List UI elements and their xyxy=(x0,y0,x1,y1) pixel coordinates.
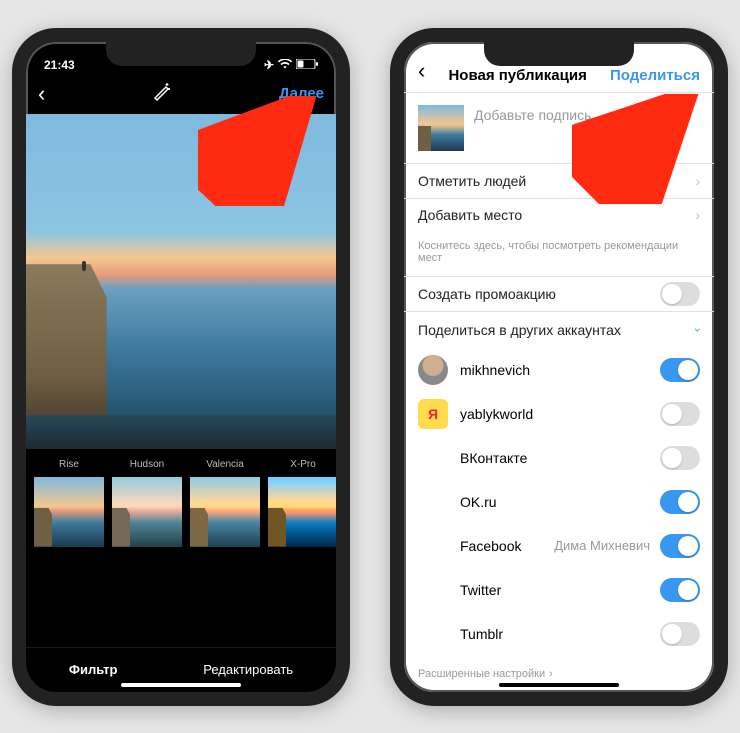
status-time: 21:43 xyxy=(44,58,75,72)
location-hint[interactable]: Коснитесь здесь, чтобы посмотреть рекоме… xyxy=(404,232,714,277)
photo-beach xyxy=(26,415,336,449)
stage: 21:43 ✈︎ ‹ Далее xyxy=(0,0,740,733)
filter-thumb xyxy=(190,477,260,547)
tab-filter[interactable]: Фильтр xyxy=(69,662,118,677)
filter-label: X-Pro xyxy=(268,459,336,471)
network-name: OK.ru xyxy=(460,494,497,510)
share-button[interactable]: Поделиться xyxy=(610,67,700,84)
airplane-icon: ✈︎ xyxy=(264,58,274,72)
avatar-yandex: Я xyxy=(418,399,448,429)
network-facebook: Facebook Дима Михневич xyxy=(404,524,714,568)
phone-left: 21:43 ✈︎ ‹ Далее xyxy=(12,28,350,706)
avatar xyxy=(418,355,448,385)
network-name: ВКонтакте xyxy=(460,450,527,466)
toggle-network[interactable] xyxy=(660,534,700,558)
chevron-right-icon: › xyxy=(549,668,553,680)
network-name: Facebook xyxy=(460,538,521,554)
back-button[interactable]: ‹ xyxy=(418,58,425,84)
notch xyxy=(484,40,634,66)
magic-wand-icon[interactable] xyxy=(152,81,172,106)
page-title: Новая публикация xyxy=(448,67,586,84)
row-add-location[interactable]: Добавить место › xyxy=(404,199,714,232)
row-label: Добавить место xyxy=(418,207,522,223)
network-ok.ru: OK.ru xyxy=(404,480,714,524)
network-вконтакте: ВКонтакте xyxy=(404,436,714,480)
phone-right: ‹ Новая публикация Поделиться Добавьте п… xyxy=(390,28,728,706)
row-create-promo: Создать промоакцию xyxy=(404,277,714,311)
wifi-icon xyxy=(278,58,292,72)
network-tumblr: Tumblr xyxy=(404,612,714,656)
filter-thumb xyxy=(268,477,336,547)
advanced-label: Расширенные настройки xyxy=(418,668,545,680)
chevron-right-icon: › xyxy=(695,207,700,223)
toggle-network[interactable] xyxy=(660,578,700,602)
post-thumbnail[interactable] xyxy=(418,105,464,151)
filter-xpro[interactable]: X-Pro xyxy=(268,459,336,547)
account-mikhnevich: mikhnevich xyxy=(404,348,714,392)
filter-thumb xyxy=(34,477,104,547)
toggle-promo[interactable] xyxy=(660,282,700,306)
filter-valencia[interactable]: Valencia xyxy=(190,459,260,547)
filter-rise[interactable]: Rise xyxy=(34,459,104,547)
row-label: Создать промоакцию xyxy=(418,286,556,302)
row-label: Отметить людей xyxy=(418,173,526,189)
section-share-other[interactable]: Поделиться в других аккаунтах › xyxy=(404,312,714,348)
toggle-network[interactable] xyxy=(660,490,700,514)
notch xyxy=(106,40,256,66)
toggle-network[interactable] xyxy=(660,622,700,646)
annotation-arrow-share xyxy=(572,94,702,204)
status-icons: ✈︎ xyxy=(264,58,318,72)
account-name: yablykworld xyxy=(460,406,533,422)
chevron-down-icon: › xyxy=(691,328,705,332)
account-name: mikhnevich xyxy=(460,362,530,378)
filter-label: Hudson xyxy=(112,459,182,471)
account-yablykworld: Яyablykworld xyxy=(404,392,714,436)
network-name: Twitter xyxy=(460,582,501,598)
network-name: Tumblr xyxy=(460,626,503,642)
toggle-account[interactable] xyxy=(660,358,700,382)
home-indicator[interactable] xyxy=(499,683,619,687)
annotation-arrow-next xyxy=(198,96,318,206)
filter-label: Valencia xyxy=(190,459,260,471)
network-sub: Дима Михневич xyxy=(554,538,650,553)
filter-hudson[interactable]: Hudson xyxy=(112,459,182,547)
photo-person xyxy=(82,261,86,271)
battery-icon xyxy=(296,58,318,72)
toggle-network[interactable] xyxy=(660,446,700,470)
section-label: Поделиться в других аккаунтах xyxy=(418,322,621,338)
home-indicator[interactable] xyxy=(121,683,241,687)
network-twitter: Twitter xyxy=(404,568,714,612)
filter-strip: Rise Hudson Valencia X-Pro xyxy=(26,449,336,647)
filter-thumb xyxy=(112,477,182,547)
filter-label: Rise xyxy=(34,459,104,471)
tab-edit[interactable]: Редактировать xyxy=(203,662,293,677)
back-button[interactable]: ‹ xyxy=(38,81,45,107)
toggle-account[interactable] xyxy=(660,402,700,426)
